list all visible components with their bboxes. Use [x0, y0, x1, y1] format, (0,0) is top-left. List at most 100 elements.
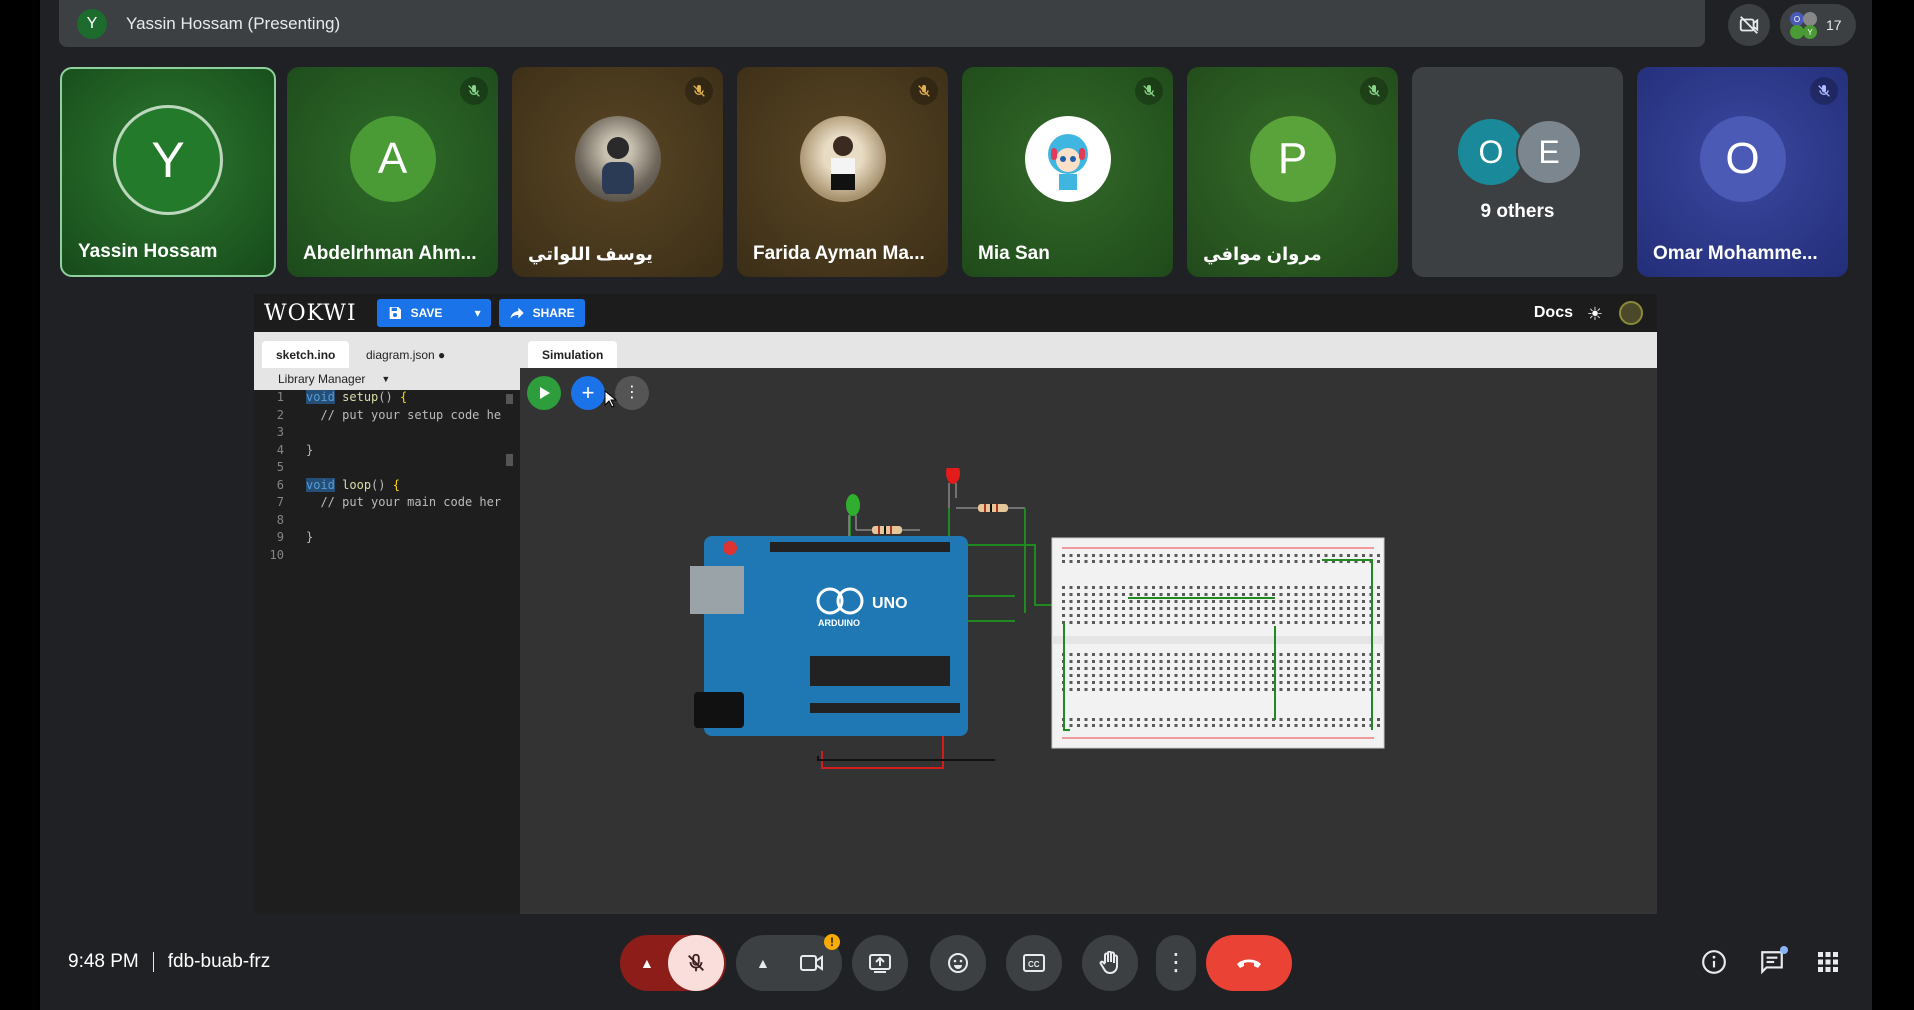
user-avatar[interactable]: [1619, 301, 1643, 325]
breadboard-hole: [1377, 724, 1380, 727]
breadboard-hole: [1362, 718, 1365, 721]
breadboard-hole: [1197, 674, 1200, 677]
breadboard-hole: [1144, 560, 1148, 563]
breadboard-hole: [1099, 688, 1103, 691]
resistor-2[interactable]: [956, 504, 1025, 512]
breadboard-hole: [1159, 681, 1163, 684]
breadboard-hole: [1137, 554, 1140, 557]
breadboard-hole: [1122, 660, 1125, 663]
breadboard-hole: [1174, 724, 1178, 727]
participants-button[interactable]: O Y 17: [1780, 4, 1856, 46]
breadboard-hole: [1159, 667, 1163, 670]
leave-call-button[interactable]: [1206, 935, 1292, 991]
raise-hand-button[interactable]: [1082, 935, 1138, 991]
captions-button[interactable]: CC: [1006, 935, 1062, 991]
breadboard-hole: [1219, 600, 1223, 603]
tile-omar[interactable]: O Omar Mohamme...: [1637, 67, 1848, 277]
editor-scrollbar[interactable]: [506, 394, 513, 404]
tile-others[interactable]: O E 9 others: [1412, 67, 1623, 277]
circuit-diagram[interactable]: UNO ARDUINO: [690, 468, 1410, 808]
breadboard-hole: [1159, 621, 1163, 624]
breadboard-hole: [1324, 593, 1328, 596]
breadboard-hole: [1227, 614, 1230, 617]
library-manager-dropdown[interactable]: Library Manager ▼: [254, 368, 520, 390]
more-options-button[interactable]: ⋮: [1156, 935, 1196, 991]
breadboard-hole: [1174, 681, 1178, 684]
breadboard-hole: [1144, 688, 1148, 691]
breadboard-hole: [1324, 614, 1328, 617]
breadboard-hole: [1069, 660, 1073, 663]
breadboard-hole: [1114, 607, 1118, 610]
tab-diagram-json[interactable]: diagram.json ●: [352, 341, 459, 368]
breadboard-hole: [1227, 674, 1230, 677]
microphone-off-button[interactable]: [668, 935, 724, 991]
tile-abdelrhman[interactable]: A Abdelrhman Ahm...: [287, 67, 498, 277]
presenting-bar[interactable]: Y Yassin Hossam (Presenting): [59, 0, 1705, 47]
breadboard-hole: [1362, 681, 1365, 684]
tab-simulation[interactable]: Simulation: [528, 341, 618, 368]
tile-farida[interactable]: Farida Ayman Ma...: [737, 67, 948, 277]
tab-sketch-ino[interactable]: sketch.ino: [262, 341, 350, 368]
green-led[interactable]: [846, 494, 860, 538]
add-part-button[interactable]: +: [571, 376, 605, 410]
red-led[interactable]: [946, 468, 960, 508]
more-options-button[interactable]: ⋮: [615, 376, 649, 410]
chat-button[interactable]: [1752, 942, 1792, 982]
breadboard-hole: [1122, 724, 1125, 727]
end-call-icon: [1237, 959, 1261, 968]
breadboard-hole: [1129, 621, 1133, 624]
others-label: 9 others: [1480, 201, 1555, 222]
breadboard-hole: [1137, 621, 1140, 624]
breadboard-hole: [1249, 586, 1253, 589]
simulation-panel[interactable]: + ⋮ UNO ARDUINO: [520, 368, 1657, 914]
resistor-1[interactable]: [856, 526, 920, 534]
breadboard-hole: [1099, 586, 1103, 589]
breadboard-hole: [1272, 724, 1275, 727]
breadboard-hole: [1099, 681, 1103, 684]
share-button[interactable]: SHARE: [498, 299, 585, 327]
muted-icon: [1360, 77, 1388, 105]
breadboard-hole: [1339, 667, 1343, 670]
docs-link[interactable]: Docs: [1534, 304, 1573, 322]
present-screen-button[interactable]: [852, 935, 908, 991]
breadboard-hole: [1377, 600, 1380, 603]
tile-youssef[interactable]: يوسف اللواتي: [512, 67, 723, 277]
tile-yassin[interactable]: Y Yassin Hossam: [60, 67, 276, 277]
breadboard-hole: [1189, 560, 1193, 563]
arduino-uno-board[interactable]: UNO ARDUINO: [690, 536, 968, 736]
breadboard-hole: [1309, 667, 1313, 670]
breadboard-hole: [1084, 688, 1088, 691]
activities-button[interactable]: [1808, 942, 1848, 982]
info-icon: [1702, 950, 1726, 974]
others-avatar-o: O: [1458, 119, 1524, 185]
code-editor[interactable]: 1 void setup() { 2 // put your setup code…: [254, 390, 520, 914]
breadboard-hole: [1347, 681, 1350, 684]
breadboard-hole: [1234, 607, 1238, 610]
breadboard-hole: [1159, 674, 1163, 677]
breadboard-hole: [1332, 724, 1335, 727]
reactions-button[interactable]: [930, 935, 986, 991]
start-simulation-button[interactable]: [527, 376, 561, 410]
breadboard[interactable]: [1051, 537, 1385, 749]
breadboard-hole: [1092, 660, 1095, 663]
meeting-details-button[interactable]: [1694, 942, 1734, 982]
theme-toggle-icon[interactable]: ☀: [1587, 304, 1603, 325]
breadboard-hole: [1189, 614, 1193, 617]
breadboard-hole: [1309, 653, 1313, 656]
breadboard-hole: [1249, 600, 1253, 603]
breadboard-hole: [1144, 554, 1148, 557]
breadboard-hole: [1347, 653, 1350, 656]
tile-mia[interactable]: Mia San: [962, 67, 1173, 277]
save-dropdown-icon[interactable]: ▾: [475, 306, 481, 320]
breadboard-hole: [1279, 621, 1283, 624]
breadboard-hole: [1099, 600, 1103, 603]
breadboard-hole: [1159, 593, 1163, 596]
breadboard-hole: [1197, 621, 1200, 624]
breadboard-hole: [1257, 653, 1260, 656]
tile-marwan[interactable]: P مروان موافي: [1187, 67, 1398, 277]
breadboard-hole: [1257, 586, 1260, 589]
captions-off-button[interactable]: [1728, 4, 1770, 46]
breadboard-hole: [1077, 688, 1080, 691]
breadboard-hole: [1204, 621, 1208, 624]
save-button[interactable]: SAVE ▾: [376, 299, 491, 327]
